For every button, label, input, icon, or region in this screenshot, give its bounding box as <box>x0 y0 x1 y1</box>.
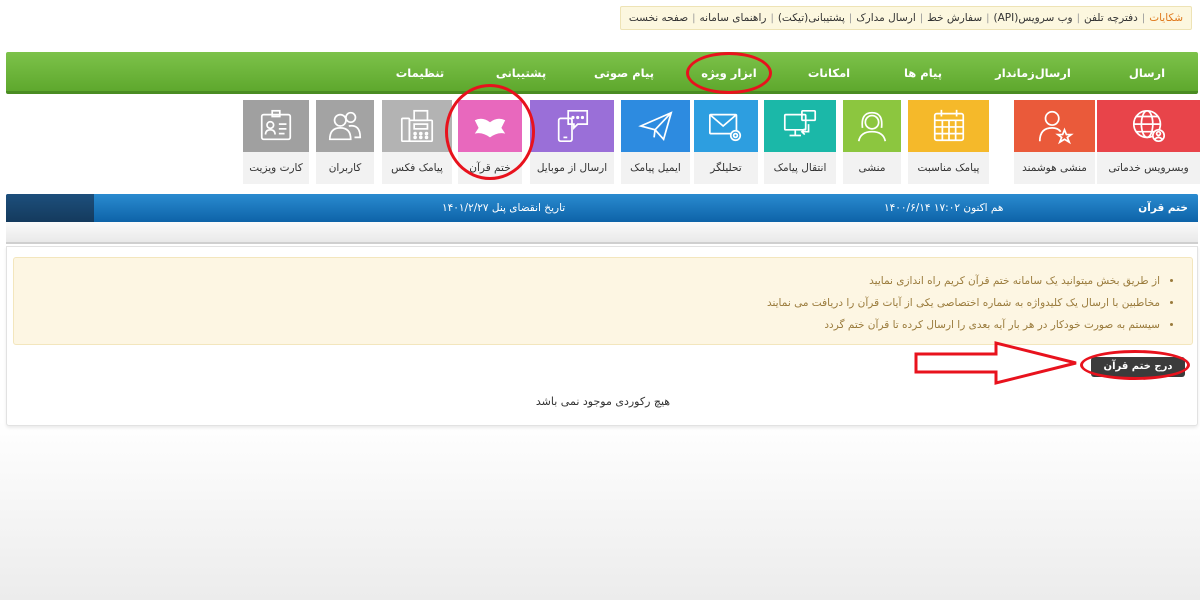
tile-secretary[interactable]: منشی <box>843 100 901 184</box>
current-datetime: هم اکنون ۱۷:۰۲ ۱۴۰۰/۶/۱۴ <box>884 202 1004 214</box>
annotation-arrow-icon <box>914 341 1077 385</box>
tile-sms-transfer[interactable]: انتقال پیامک <box>764 100 836 184</box>
id-card-icon <box>260 109 292 141</box>
tile-label: وبسرویس خدماتی <box>1108 162 1189 174</box>
nav-item-voice-message[interactable]: پیام صوتی <box>594 52 654 94</box>
tile-web-service[interactable]: وبسرویس خدماتی <box>1097 100 1200 184</box>
tile-business-card[interactable]: کارت ویزیت <box>243 100 309 184</box>
user-star-icon <box>1038 110 1074 145</box>
nav-item-special-tools[interactable]: ابزار ویژه <box>701 52 756 94</box>
top-link-home[interactable]: صفحه نخست <box>625 12 692 24</box>
tile-label: کارت ویزیت <box>249 162 303 174</box>
notice-item: از طریق بخش میتوانید یک سامانه ختم قرآن … <box>14 270 1160 292</box>
tile-users[interactable]: کاربران <box>316 100 374 184</box>
paper-plane-icon <box>637 111 673 142</box>
top-links-bar: صفحه نخست | راهنمای سامانه | پشتیبانی(تیکت… <box>619 6 1192 30</box>
top-link-support-ticket[interactable]: پشتیبانی(تیکت) <box>774 12 849 24</box>
mail-gear-icon <box>708 113 742 142</box>
empty-state-message: هیچ رکوردی موجود نمی باشد <box>535 395 671 408</box>
nav-item-messages[interactable]: پیام ها <box>904 52 942 94</box>
users-icon <box>328 111 362 141</box>
page-title: ختم قرآن <box>1138 202 1188 214</box>
nav-item-settings[interactable]: تنظیمات <box>396 52 445 94</box>
tile-smart-secretary[interactable]: منشی هوشمند <box>1014 100 1095 184</box>
tile-label: کاربران <box>328 162 362 174</box>
tile-icon-bg <box>1097 100 1200 152</box>
tile-occasion-sms[interactable]: پیامک مناسبت <box>908 100 989 184</box>
header-sub-bar <box>6 222 1198 244</box>
nav-item-features[interactable]: امکانات <box>808 52 850 94</box>
tile-send-from-mobile[interactable]: ارسال از موبایل <box>530 100 614 184</box>
main-nav: ارسال ارسال‌زماندار پیام ها امکانات ابزا… <box>6 52 1198 94</box>
tool-tiles: وبسرویس خدماتی منشی هوشمند پیامک مناسبت … <box>0 100 1200 184</box>
top-link-phonebook[interactable]: دفترچه تلفن <box>1080 12 1142 24</box>
tile-analyzer[interactable]: تحلیلگر <box>694 100 758 184</box>
notice-item: مخاطبین با ارسال یک کلیدواژه به شماره اخ… <box>14 292 1160 314</box>
top-link-api[interactable]: وب سرویس(API) <box>990 12 1077 24</box>
tile-label: ایمیل پیامک <box>630 162 681 174</box>
top-link-documents[interactable]: ارسال مدارک <box>852 12 919 24</box>
tile-label: انتقال پیامک <box>773 162 827 174</box>
top-link-complaints[interactable]: شکایات <box>1145 12 1187 24</box>
tile-label: تحلیلگر <box>710 162 742 174</box>
fax-icon <box>400 109 434 143</box>
globe-icon <box>1132 109 1165 143</box>
tile-label: پیامک فکس <box>391 162 443 174</box>
top-link-guide[interactable]: راهنمای سامانه <box>696 12 771 24</box>
panel-expiry-date: تاریخ انقضای پنل ۱۴۰۱/۲/۲۷ <box>442 202 566 214</box>
tile-label: ختم قرآن <box>469 162 511 174</box>
female-user-icon <box>857 111 887 142</box>
page-header-bar: ختم قرآن هم اکنون ۱۷:۰۲ ۱۴۰۰/۶/۱۴ تاریخ … <box>6 194 1198 222</box>
monitor-transfer-icon <box>783 109 817 137</box>
tile-fax-sms[interactable]: پیامک فکس <box>382 100 452 184</box>
calendar-icon <box>933 109 964 142</box>
nav-item-support[interactable]: پشتیبانی <box>496 52 546 94</box>
content-panel: از طریق بخش میتوانید یک سامانه ختم قرآن … <box>6 246 1198 426</box>
tile-email-sms[interactable]: ایمیل پیامک <box>621 100 690 184</box>
mobile-chat-icon <box>557 109 589 143</box>
tile-label: پیامک مناسبت <box>917 162 980 174</box>
nav-item-send[interactable]: ارسال <box>1129 52 1165 94</box>
add-new-khatm-button[interactable]: درج ختم قرآن جدید <box>1091 357 1185 392</box>
header-dark-segment <box>6 194 94 222</box>
notice-item: سیستم به صورت خودکار در هر بار آیه بعدی … <box>14 314 1160 336</box>
tile-label: منشی <box>858 162 886 174</box>
tile-label: منشی هوشمند <box>1022 162 1087 174</box>
quran-book-icon <box>474 118 506 138</box>
info-notice-box: از طریق بخش میتوانید یک سامانه ختم قرآن … <box>13 257 1193 345</box>
tile-label: ارسال از موبایل <box>536 162 608 174</box>
tile-quran-khatm[interactable]: ختم قرآن <box>458 100 522 184</box>
nav-item-scheduled-send[interactable]: ارسال‌زماندار <box>995 52 1071 94</box>
top-link-order-line[interactable]: سفارش خط <box>923 12 986 24</box>
